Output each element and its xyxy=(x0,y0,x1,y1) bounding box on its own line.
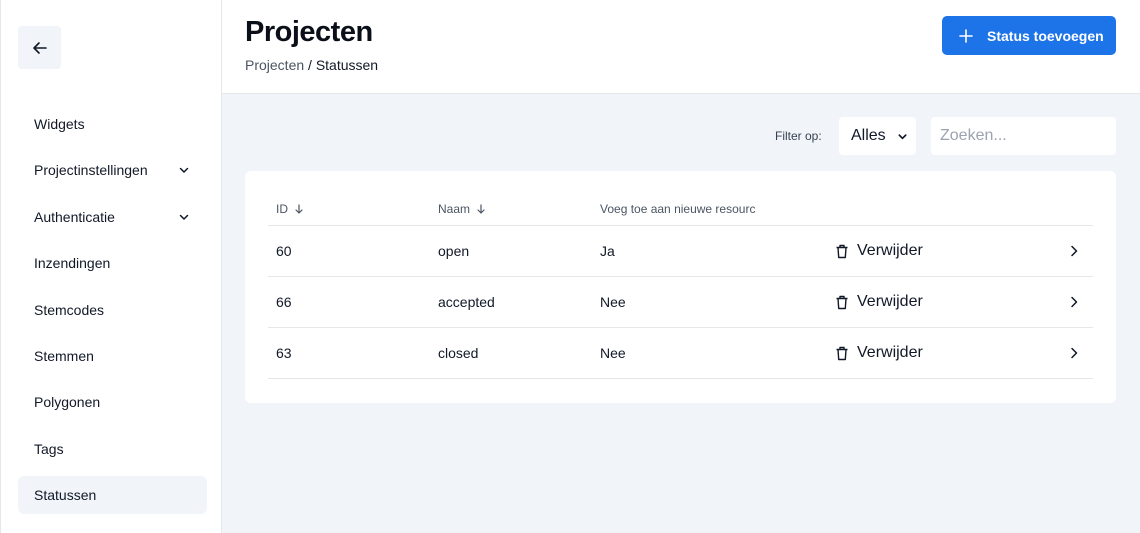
table-header: ID Naam Voeg toe aan nieuwe resourc xyxy=(268,193,1093,226)
breadcrumb-link-projecten[interactable]: Projecten xyxy=(245,57,304,73)
sidebar-item-label: Stemmen xyxy=(34,347,94,364)
sidebar: Widgets Projectinstellingen Authenticati… xyxy=(0,0,222,533)
add-status-label: Status toevoegen xyxy=(987,27,1104,44)
column-header-naam[interactable]: Naam xyxy=(438,202,486,216)
cell-id: 63 xyxy=(276,345,292,361)
status-table-card: ID Naam Voeg toe aan nieuwe resourc 60 o… xyxy=(245,171,1116,403)
cell-add-to-new: Nee xyxy=(600,345,626,361)
delete-button[interactable]: Verwijder xyxy=(835,328,923,378)
search-input[interactable] xyxy=(931,117,1116,155)
sidebar-item-polygonen[interactable]: Polygonen xyxy=(18,383,207,421)
cell-add-to-new: Ja xyxy=(600,243,615,259)
sidebar-item-projectinstellingen[interactable]: Projectinstellingen xyxy=(18,151,207,189)
page-header: Projecten Projecten / Statussen Status t… xyxy=(222,0,1140,94)
sidebar-item-authenticatie[interactable]: Authenticatie xyxy=(18,198,207,236)
chevron-down-icon xyxy=(898,133,907,139)
sidebar-item-label: Stemcodes xyxy=(34,301,105,318)
sidebar-item-stemmen[interactable]: Stemmen xyxy=(18,337,207,375)
delete-button[interactable]: Verwijder xyxy=(835,277,923,327)
sidebar-item-label: Statussen xyxy=(34,487,97,504)
cell-name: closed xyxy=(438,345,479,361)
add-status-button[interactable]: Status toevoegen xyxy=(942,16,1116,55)
delete-button[interactable]: Verwijder xyxy=(835,226,923,276)
delete-label: Verwijder xyxy=(857,344,923,361)
column-header-add-to-new: Voeg toe aan nieuwe resourc xyxy=(600,202,756,216)
table-row[interactable]: 66 accepted Nee Verwijder xyxy=(268,277,1093,328)
sidebar-item-label: Authenticatie xyxy=(34,208,115,225)
chevron-right-icon[interactable] xyxy=(1069,226,1079,276)
sidebar-item-stemcodes[interactable]: Stemcodes xyxy=(18,291,207,329)
chevron-right-icon[interactable] xyxy=(1069,328,1079,378)
cell-id: 60 xyxy=(276,243,292,259)
chevron-right-icon[interactable] xyxy=(1069,277,1079,327)
arrow-down-icon xyxy=(295,204,303,214)
table-row[interactable]: 60 open Ja Verwijder xyxy=(268,226,1093,277)
sidebar-item-label: Polygonen xyxy=(34,394,101,411)
filter-label: Filter op: xyxy=(775,129,822,143)
cell-name: accepted xyxy=(438,294,495,310)
sidebar-item-label: Projectinstellingen xyxy=(34,162,148,179)
sidebar-item-inzendingen[interactable]: Inzendingen xyxy=(18,244,207,282)
breadcrumb: Projecten / Statussen xyxy=(245,57,378,73)
sidebar-nav: Widgets Projectinstellingen Authenticati… xyxy=(18,105,207,523)
trash-icon xyxy=(836,295,848,309)
filter-select-value: Alles xyxy=(851,127,886,144)
delete-label: Verwijder xyxy=(857,242,923,259)
column-header-id[interactable]: ID xyxy=(276,202,304,216)
chevron-down-icon xyxy=(177,210,191,224)
sidebar-item-widgets[interactable]: Widgets xyxy=(18,105,207,143)
back-button[interactable] xyxy=(18,26,61,69)
sidebar-item-label: Widgets xyxy=(34,116,85,132)
filter-select[interactable]: Alles xyxy=(839,117,916,155)
chevron-down-icon xyxy=(177,163,191,177)
arrow-left-icon xyxy=(32,41,47,54)
trash-icon xyxy=(836,244,848,258)
plus-icon xyxy=(959,28,973,43)
cell-add-to-new: Nee xyxy=(600,294,626,310)
table-row[interactable]: 63 closed Nee Verwijder xyxy=(268,328,1093,379)
arrow-down-icon xyxy=(477,204,485,214)
sidebar-item-label: Tags xyxy=(34,440,64,457)
breadcrumb-separator: / xyxy=(308,57,312,73)
trash-icon xyxy=(836,346,848,360)
delete-label: Verwijder xyxy=(857,293,923,310)
cell-id: 66 xyxy=(276,294,292,310)
sidebar-item-label: Inzendingen xyxy=(34,255,111,272)
page-title: Projecten xyxy=(245,16,373,48)
cell-name: open xyxy=(438,243,470,259)
sidebar-item-statussen[interactable]: Statussen xyxy=(18,476,207,515)
breadcrumb-current: Statussen xyxy=(315,57,379,73)
sidebar-item-tags[interactable]: Tags xyxy=(18,430,207,468)
